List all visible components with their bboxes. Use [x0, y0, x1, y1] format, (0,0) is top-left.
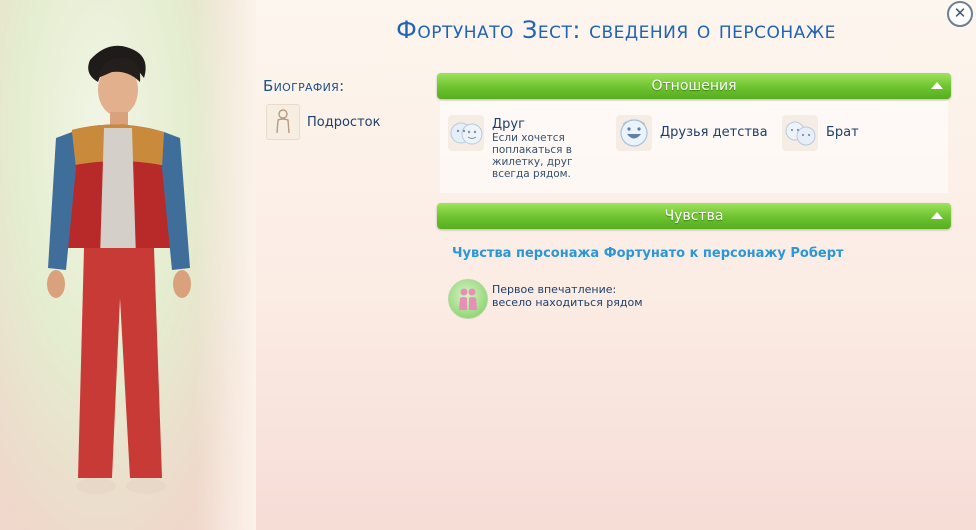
- friends-faces-icon: [448, 115, 484, 151]
- relationship-item-brother[interactable]: Брат: [782, 115, 859, 151]
- biography-heading: Биография:: [263, 77, 345, 95]
- relationships-header-label: Отношения: [651, 78, 737, 94]
- relationship-description: Если хочется поплакаться в жилетку, друг…: [492, 132, 573, 180]
- two-people-icon[interactable]: [448, 279, 488, 319]
- relationship-title: Брат: [826, 125, 859, 140]
- relationship-title: Друг: [492, 117, 525, 132]
- sim-character-illustration: [47, 45, 191, 494]
- relationship-item-friend[interactable]: Друг Если хочется поплакаться в жилетку,…: [448, 115, 592, 180]
- feelings-section-header[interactable]: Чувства: [437, 203, 951, 229]
- relationships-panel: Друг Если хочется поплакаться в жилетку,…: [440, 101, 948, 193]
- chevron-up-icon[interactable]: [931, 212, 943, 219]
- relationship-title: Друзья детства: [660, 125, 768, 140]
- first-impression-label: Первое впечатление:: [492, 283, 617, 296]
- character-portrait-panel: [0, 0, 256, 530]
- first-impression-value: весело находиться рядом: [492, 296, 643, 309]
- page-title: Фортунато Зест: сведения о персонаже: [396, 16, 836, 44]
- close-button[interactable]: ✕: [947, 1, 973, 27]
- relationships-section-header[interactable]: Отношения: [437, 73, 951, 99]
- smiling-face-icon: [616, 115, 652, 151]
- feelings-subtitle: Чувства персонажа Фортунато к персонажу …: [452, 246, 844, 261]
- first-impression-text: Первое впечатление: весело находиться ря…: [492, 283, 643, 309]
- chevron-up-icon[interactable]: [931, 82, 943, 89]
- sibling-faces-icon: [782, 115, 818, 151]
- teen-figure-icon: [266, 104, 300, 140]
- panel-fade: [196, 0, 256, 530]
- relationship-item-childhood-friends[interactable]: Друзья детства: [616, 115, 768, 151]
- age-label: Подросток: [307, 115, 381, 130]
- feelings-header-label: Чувства: [664, 208, 724, 224]
